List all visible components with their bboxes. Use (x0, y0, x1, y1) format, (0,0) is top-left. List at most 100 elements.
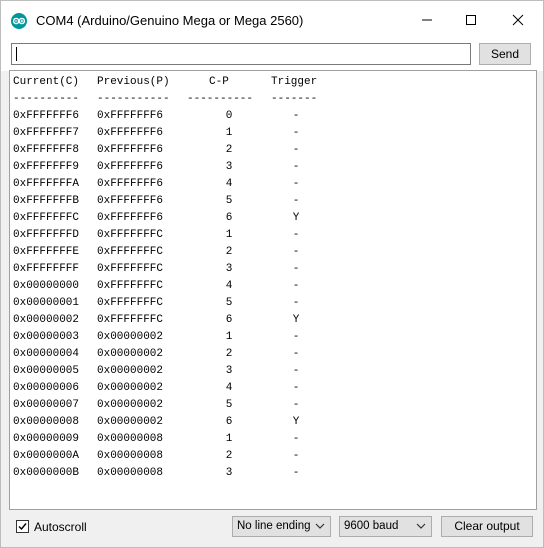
close-button[interactable] (495, 1, 541, 39)
cell-current: 0xFFFFFFF6 (13, 110, 80, 122)
cell-diff: 1 (225, 433, 233, 445)
minimize-button[interactable] (404, 1, 450, 39)
cell-trigger: - (292, 280, 300, 292)
cell-trigger: Y (292, 212, 300, 224)
cell-diff: 5 (225, 399, 233, 411)
cell-current: 0xFFFFFFF8 (13, 144, 80, 156)
line-ending-value: No line ending (237, 520, 311, 532)
cell-previous: 0xFFFFFFF6 (97, 127, 164, 139)
cell-diff: 2 (225, 348, 233, 360)
cell-trigger: - (292, 382, 300, 394)
arduino-logo-icon (11, 13, 27, 29)
cell-diff: 0 (225, 110, 233, 122)
cell-current: 0xFFFFFFFB (13, 195, 80, 207)
header-previous: Previous(P) (97, 76, 170, 88)
cell-diff: 2 (225, 144, 233, 156)
autoscroll-checkbox[interactable] (16, 520, 29, 533)
cell-previous: 0xFFFFFFFC (97, 246, 164, 258)
separator-trigger: ------- (271, 93, 318, 105)
cell-diff: 1 (225, 331, 233, 343)
cell-current: 0x00000003 (13, 331, 80, 343)
cell-diff: 5 (225, 195, 233, 207)
cell-previous: 0xFFFFFFF6 (97, 178, 164, 190)
cell-current: 0x00000005 (13, 365, 80, 377)
cell-previous: 0x00000002 (97, 399, 164, 411)
separator-row: ---------- ----------- ---------- ------… (13, 91, 317, 108)
cell-previous: 0xFFFFFFFC (97, 297, 164, 309)
baud-rate-select[interactable]: 9600 baud (339, 516, 432, 537)
cell-previous: 0x00000002 (97, 348, 164, 360)
cell-previous: 0xFFFFFFF6 (97, 161, 164, 173)
cell-current: 0xFFFFFFF9 (13, 161, 80, 173)
line-ending-select[interactable]: No line ending (232, 516, 331, 537)
send-toolbar: Send (1, 39, 543, 71)
cell-previous: 0xFFFFFFF6 (97, 212, 164, 224)
window-title: COM4 (Arduino/Genuino Mega or Mega 2560) (36, 13, 304, 28)
chevron-down-icon (315, 523, 325, 529)
header-current: Current(C) (13, 76, 80, 88)
cell-trigger: - (292, 263, 300, 275)
serial-monitor-window: COM4 (Arduino/Genuino Mega or Mega 2560)… (0, 0, 544, 548)
cell-current: 0x00000009 (13, 433, 80, 445)
cell-trigger: - (292, 365, 300, 377)
cell-trigger: Y (292, 416, 300, 428)
cell-diff: 5 (225, 297, 233, 309)
serial-input[interactable] (11, 43, 471, 65)
cell-current: 0xFFFFFFFC (13, 212, 80, 224)
cell-current: 0x00000006 (13, 382, 80, 394)
cell-previous: 0xFFFFFFF6 (97, 195, 164, 207)
header-diff: C-P (209, 76, 229, 88)
cell-diff: 4 (225, 280, 233, 292)
cell-trigger: - (292, 127, 300, 139)
cell-diff: 4 (225, 382, 233, 394)
checkmark-icon (18, 523, 27, 531)
cell-current: 0xFFFFFFFD (13, 229, 80, 241)
cell-previous: 0x00000002 (97, 416, 164, 428)
clear-output-button[interactable]: Clear output (441, 516, 533, 537)
header-trigger: Trigger (271, 76, 318, 88)
minimize-icon (422, 19, 432, 21)
cell-current: 0xFFFFFFF7 (13, 127, 80, 139)
cell-current: 0x00000004 (13, 348, 80, 360)
cell-diff: 6 (225, 314, 233, 326)
cell-trigger: - (292, 246, 300, 258)
cell-previous: 0xFFFFFFF6 (97, 144, 164, 156)
cell-previous: 0x00000008 (97, 467, 164, 479)
cell-current: 0xFFFFFFFE (13, 246, 80, 258)
cell-diff: 3 (225, 365, 233, 377)
cell-trigger: - (292, 110, 300, 122)
cell-trigger: - (292, 399, 300, 411)
cell-diff: 3 (225, 467, 233, 479)
chevron-down-icon (416, 523, 426, 529)
cell-diff: 1 (225, 127, 233, 139)
cell-diff: 1 (225, 229, 233, 241)
cell-previous: 0xFFFFFFFC (97, 263, 164, 275)
cell-previous: 0x00000008 (97, 433, 164, 445)
cell-current: 0xFFFFFFFA (13, 178, 80, 190)
cell-trigger: - (292, 348, 300, 360)
maximize-icon (466, 15, 476, 25)
cell-current: 0x00000002 (13, 314, 80, 326)
cell-current: 0x0000000A (13, 450, 80, 462)
send-button[interactable]: Send (479, 43, 531, 65)
maximize-button[interactable] (448, 1, 494, 39)
cell-diff: 6 (225, 416, 233, 428)
cell-trigger: - (292, 331, 300, 343)
status-bar: Autoscroll No line ending 9600 baud Clea… (1, 511, 543, 547)
cell-trigger: - (292, 161, 300, 173)
cell-previous: 0xFFFFFFFC (97, 229, 164, 241)
cell-trigger: - (292, 195, 300, 207)
serial-output[interactable]: Current(C) Previous(P) C-P Trigger -----… (9, 70, 537, 510)
cell-trigger: - (292, 178, 300, 190)
title-bar[interactable]: COM4 (Arduino/Genuino Mega or Mega 2560) (1, 1, 543, 39)
cell-trigger: - (292, 450, 300, 462)
cell-diff: 6 (225, 212, 233, 224)
cell-previous: 0xFFFFFFFC (97, 280, 164, 292)
separator-current: ---------- (13, 93, 80, 105)
cell-current: 0x00000007 (13, 399, 80, 411)
close-icon (512, 14, 524, 26)
autoscroll-label[interactable]: Autoscroll (34, 520, 87, 534)
cell-diff: 2 (225, 246, 233, 258)
cell-trigger: - (292, 297, 300, 309)
cell-diff: 2 (225, 450, 233, 462)
